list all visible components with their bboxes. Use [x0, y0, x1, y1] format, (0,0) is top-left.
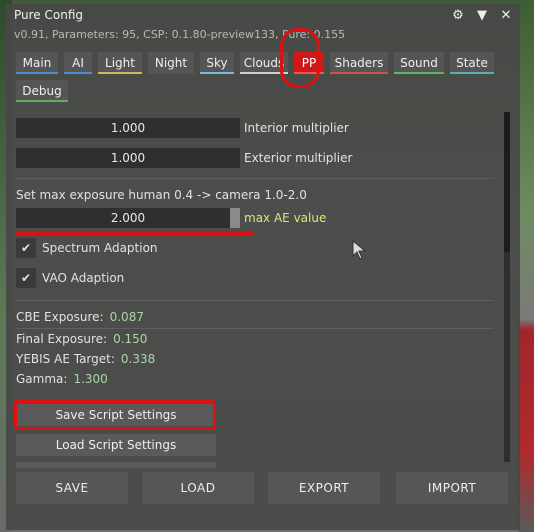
slider-grab[interactable] — [230, 208, 240, 228]
interior-multiplier-label: Interior multiplier — [244, 121, 349, 135]
final-exposure-readout: Final Exposure: 0.150 — [16, 332, 148, 346]
pp-settings-panel: 1.000 Interior multiplier 1.000 Exterior… — [6, 108, 520, 468]
divider — [16, 300, 494, 301]
next-button-partial[interactable] — [16, 462, 216, 468]
spectrum-adaption-checkbox[interactable]: ✔ Spectrum Adaption — [16, 238, 158, 258]
pure-config-window: Pure Config ⚙ ▼ ✕ v0.91, Parameters: 95,… — [6, 4, 520, 530]
exterior-multiplier-slider[interactable]: 1.000 — [16, 148, 240, 168]
import-button[interactable]: IMPORT — [396, 472, 508, 504]
tab-state[interactable]: State — [450, 52, 494, 74]
save-button[interactable]: SAVE — [16, 472, 128, 504]
scrollbar[interactable] — [504, 112, 510, 462]
scrollbar-thumb[interactable] — [504, 112, 510, 252]
tab-debug[interactable]: Debug — [16, 80, 68, 102]
max-ae-slider[interactable]: 2.000 — [16, 208, 240, 228]
window-title: Pure Config — [14, 8, 83, 22]
checkmark-icon: ✔ — [16, 238, 36, 258]
export-button[interactable]: EXPORT — [268, 472, 380, 504]
exterior-multiplier-label: Exterior multiplier — [244, 151, 353, 165]
gamma-readout: Gamma: 1.300 — [16, 372, 108, 386]
window-controls: ⚙ ▼ ✕ — [450, 7, 514, 23]
exposure-note: Set max exposure human 0.4 -> camera 1.0… — [16, 188, 307, 202]
divider — [16, 328, 494, 329]
max-ae-label: max AE value — [244, 211, 327, 225]
close-icon[interactable]: ✕ — [498, 7, 514, 23]
tab-ai[interactable]: AI — [64, 52, 92, 74]
tab-light[interactable]: Light — [98, 52, 142, 74]
cbe-exposure-readout: CBE Exposure: 0.087 — [16, 310, 144, 324]
tab-sound[interactable]: Sound — [394, 52, 444, 74]
tab-shaders[interactable]: Shaders — [330, 52, 388, 74]
pp-tab-highlight — [280, 28, 320, 88]
background-right — [518, 0, 534, 532]
tab-sky[interactable]: Sky — [200, 52, 234, 74]
load-button[interactable]: LOAD — [142, 472, 254, 504]
tab-main[interactable]: Main — [16, 52, 58, 74]
vao-adaption-checkbox[interactable]: ✔ VAO Adaption — [16, 268, 124, 288]
triangle-down-icon[interactable]: ▼ — [474, 7, 490, 23]
load-script-settings-button[interactable]: Load Script Settings — [16, 434, 216, 456]
mouse-cursor-icon — [352, 240, 366, 260]
max-ae-underline-highlight — [16, 232, 254, 235]
gear-icon[interactable]: ⚙ — [450, 7, 466, 23]
tab-night[interactable]: Night — [148, 52, 194, 74]
divider — [16, 178, 494, 179]
title-bar[interactable]: Pure Config ⚙ ▼ ✕ — [6, 4, 520, 26]
interior-multiplier-slider[interactable]: 1.000 — [16, 118, 240, 138]
yebis-ae-target-readout: YEBIS AE Target: 0.338 — [16, 352, 156, 366]
save-script-highlight — [14, 400, 216, 430]
checkmark-icon: ✔ — [16, 268, 36, 288]
